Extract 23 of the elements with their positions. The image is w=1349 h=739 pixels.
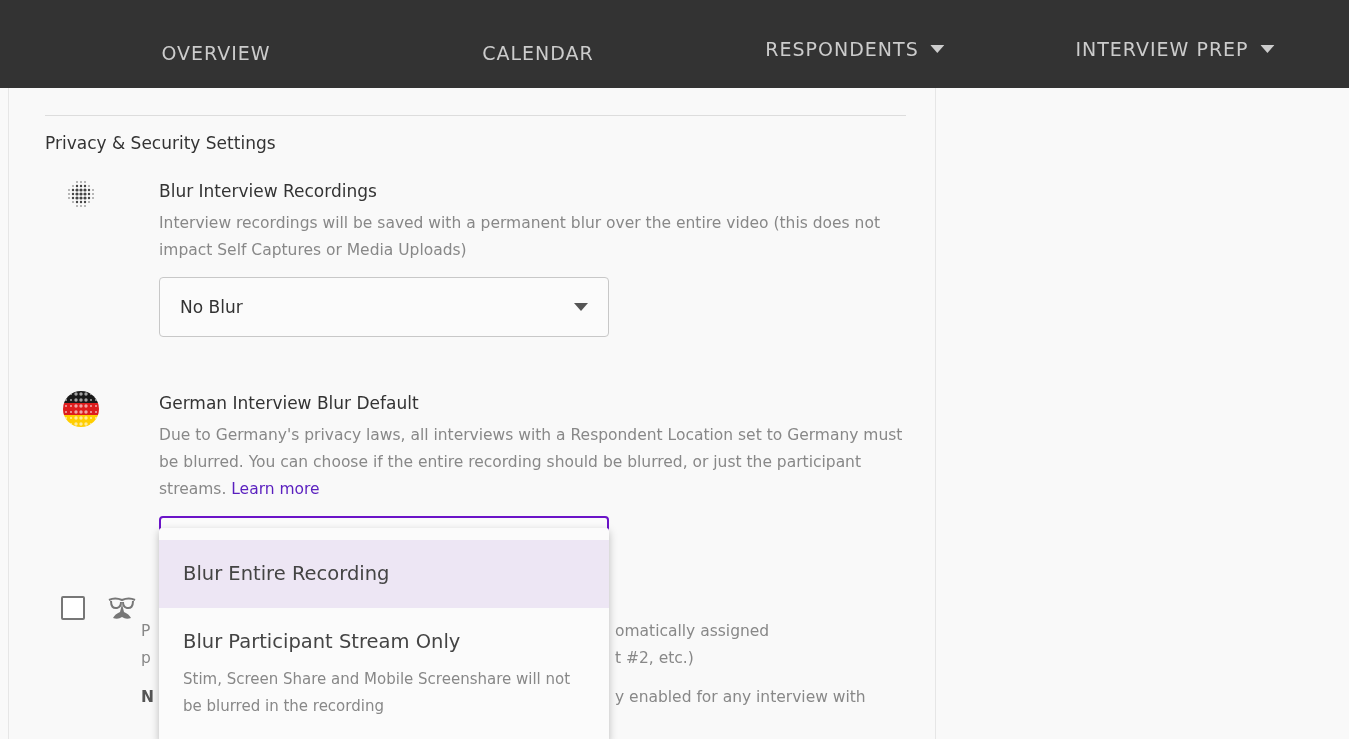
setting-description: Due to Germany's privacy laws, all interviews with a Respondent Location set to Germany must be blurred. You can choose if the entire recording should be blurred, or just the participant streams. Learn more	[159, 425, 904, 500]
setting-description: Interview recordings will be saved with a permanent blur over the entire video (this does not impact Self Captures or Media Uploads)	[159, 213, 881, 261]
section-title: Privacy & Security Settings	[45, 133, 277, 153]
caret-icon	[574, 303, 588, 311]
text-fragment: t #2, etc.)	[615, 648, 694, 669]
text-fragment: p	[141, 649, 151, 667]
nav-tab[interactable]: RESPONDENTS	[765, 36, 945, 62]
blur-dots-icon	[66, 179, 96, 209]
setting-title: German Interview Blur Default	[159, 392, 420, 415]
checkbox[interactable]	[61, 596, 85, 620]
text-fragment: P	[141, 622, 151, 640]
nav-tab[interactable]: OVERVIEW	[161, 40, 271, 66]
dropdown-option[interactable]: Blur Participant Stream Only Stim, Screen Share and Mobile Screenshare will not be blurred in the recording	[159, 608, 609, 739]
setting-title: Blur Interview Recordings	[159, 180, 378, 203]
text-fragment: y enabled for any interview with	[615, 687, 866, 708]
nav-tab[interactable]: INTERVIEW PREP	[1075, 36, 1275, 62]
german-flag-icon	[63, 391, 99, 427]
text-fragment: omatically assigned	[615, 621, 770, 642]
dropdown-field[interactable]: No Blur	[159, 277, 609, 337]
learn-more-link[interactable]: Learn more	[231, 480, 320, 498]
nav-tab[interactable]: CALENDAR	[482, 40, 594, 66]
dropdown-option[interactable]: Blur Entire Recording	[159, 540, 609, 608]
text-fragment: N	[141, 688, 154, 706]
